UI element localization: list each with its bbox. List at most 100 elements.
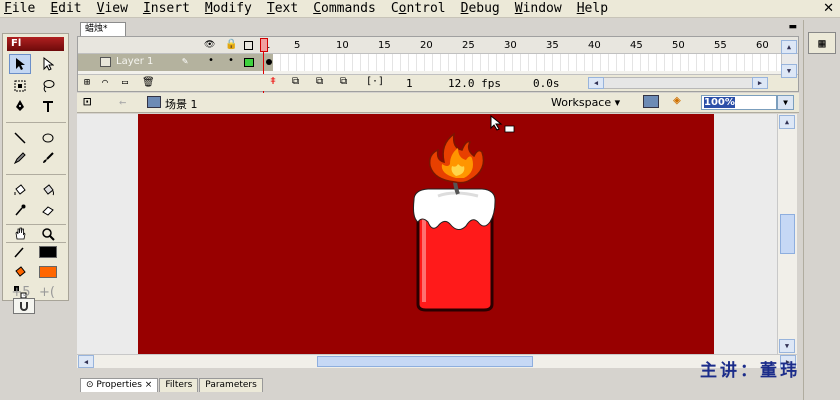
pencil-icon[interactable] — [9, 148, 31, 168]
ink-bottle-icon[interactable] — [9, 180, 31, 200]
panel-dock-icon[interactable]: ▦ — [808, 32, 836, 54]
ruler-frame-number: 60 — [756, 40, 769, 51]
timeline-panel: 👁 🔒 1 5 10 15 20 25 30 35 40 45 50 55 60… — [77, 36, 799, 93]
menu-view[interactable]: View — [97, 1, 128, 16]
ruler-frame-number: 5 — [294, 40, 301, 51]
work-area — [77, 114, 777, 354]
tab-parameters[interactable]: Parameters — [199, 378, 263, 392]
smooth-icon[interactable]: +5 — [10, 282, 32, 302]
visibility-dot[interactable]: • — [208, 55, 214, 66]
subselect-icon[interactable] — [37, 54, 59, 74]
fill-color-swatch[interactable] — [37, 262, 59, 282]
panel-options-icon[interactable]: ▬ — [788, 22, 797, 32]
menu-commands[interactable]: Commands — [313, 1, 376, 16]
lasso-icon[interactable] — [37, 76, 59, 96]
scene-label[interactable]: 场景 1 — [165, 96, 198, 112]
menu-help[interactable]: Help — [577, 1, 608, 16]
menu-bar: File Edit View Insert Modify Text Comman… — [0, 0, 840, 18]
zoom-icon[interactable] — [37, 224, 59, 244]
scroll-left-icon[interactable]: ◀ — [588, 77, 604, 89]
menu-insert[interactable]: Insert — [143, 1, 190, 16]
fill-color-icon[interactable] — [9, 262, 31, 282]
menu-text[interactable]: Text — [267, 1, 298, 16]
scroll-up-icon[interactable]: ▲ — [779, 115, 795, 129]
edit-symbols-icon[interactable]: ◈ — [673, 93, 681, 108]
frame-strip[interactable] — [266, 54, 781, 71]
timeline-ruler: 👁 🔒 1 5 10 15 20 25 30 35 40 45 50 55 60 — [78, 37, 798, 54]
insert-folder-icon[interactable]: ▭ — [122, 77, 128, 88]
center-frame-icon[interactable]: ǂ — [270, 76, 276, 87]
scroll-right-icon[interactable]: ▶ — [752, 77, 768, 89]
layer-name[interactable]: Layer 1 — [116, 56, 153, 67]
ruler-frame-number: 10 — [336, 40, 349, 51]
current-frame: 1 — [406, 77, 413, 90]
zoom-dropdown-icon[interactable]: ▼ — [777, 95, 794, 110]
timeline-toggle-icon[interactable]: ⊡ — [83, 94, 91, 110]
close-icon[interactable]: ✕ — [823, 1, 834, 16]
outline-swatch[interactable] — [244, 58, 254, 67]
straighten-icon[interactable]: +( — [36, 282, 58, 302]
delete-layer-icon[interactable]: 🗑 — [142, 77, 155, 88]
lock-icon[interactable]: 🔒 — [225, 39, 237, 50]
onion-skin-icon[interactable]: ⧉ — [292, 76, 299, 87]
eraser-icon[interactable] — [37, 200, 59, 220]
tab-properties[interactable]: ⊙ Properties × — [80, 378, 159, 392]
ruler-frame-number: 25 — [462, 40, 475, 51]
frame-rate: 12.0 fps — [448, 77, 501, 90]
tab-filters[interactable]: Filters — [159, 378, 199, 392]
edit-scene-icon[interactable] — [643, 95, 659, 108]
eyedropper-icon[interactable] — [9, 200, 31, 220]
arrow-icon[interactable] — [9, 54, 31, 74]
free-transform-icon[interactable] — [9, 76, 31, 96]
lock-dot[interactable]: • — [228, 55, 234, 66]
scroll-left-icon[interactable]: ◀ — [78, 355, 94, 368]
workspace-menu[interactable]: Workspace ▾ — [551, 96, 620, 109]
right-dock: ▦ — [803, 20, 840, 400]
add-guide-icon[interactable]: ⌒ — [102, 77, 108, 88]
vertical-scroll-thumb[interactable] — [780, 214, 795, 254]
eye-icon[interactable]: 👁 — [204, 40, 215, 50]
timeline-down-icon[interactable]: ▼ — [781, 64, 797, 78]
menu-debug[interactable]: Debug — [461, 1, 500, 16]
playhead[interactable] — [260, 37, 268, 93]
pencil-icon: ✎ — [182, 56, 189, 67]
bottom-panel: ⊙ Properties × Filters Parameters 主讲：董玮 — [77, 361, 840, 400]
tools-panel: Fl — [2, 33, 69, 314]
timeline-up-icon[interactable]: ▲ — [781, 40, 797, 54]
document-tab[interactable]: 蜡烛* — [80, 22, 126, 36]
timeline-horizontal-scrollbar[interactable]: ◀ ▶ — [588, 77, 768, 89]
stroke-color-icon[interactable] — [9, 242, 31, 262]
line-icon[interactable] — [9, 128, 31, 148]
stage-vertical-scrollbar[interactable]: ▲ ▼ — [777, 114, 797, 354]
menu-file[interactable]: File — [4, 1, 35, 16]
ruler-frame-number: 30 — [504, 40, 517, 51]
menu-control[interactable]: Control — [391, 1, 446, 16]
layer-row[interactable]: Layer 1 ✎ • • — [78, 54, 273, 71]
presenter-credit: 主讲：董玮 — [700, 361, 800, 381]
stage[interactable] — [138, 114, 714, 354]
hand-icon[interactable] — [9, 224, 31, 244]
stroke-color-swatch[interactable] — [37, 242, 59, 262]
brush-icon[interactable] — [37, 148, 59, 168]
stage-horizontal-scrollbar[interactable]: ◀ ▶ — [77, 354, 797, 368]
add-layer-icon[interactable]: ⊞ — [84, 77, 90, 88]
horizontal-scroll-thumb[interactable] — [317, 356, 533, 367]
onion-outline-icon[interactable]: ⧉ — [316, 76, 323, 87]
pen-icon[interactable] — [9, 96, 31, 116]
menu-edit[interactable]: Edit — [50, 1, 81, 16]
outline-icon[interactable] — [244, 41, 253, 50]
paint-bucket-icon[interactable] — [37, 180, 59, 200]
menu-modify[interactable]: Modify — [205, 1, 252, 16]
document-tab-bar: 蜡烛* ▬ — [77, 20, 799, 36]
candle-artwork[interactable] — [138, 114, 714, 354]
ruler-frame-number: 15 — [378, 40, 391, 51]
edit-multiple-icon[interactable]: ⧉ — [340, 76, 347, 87]
menu-window[interactable]: Window — [515, 1, 562, 16]
modify-markers-icon[interactable]: [·] — [366, 76, 384, 87]
text-icon[interactable] — [37, 96, 59, 116]
oval-icon[interactable] — [37, 128, 59, 148]
back-arrow-icon[interactable]: ← — [119, 95, 126, 109]
zoom-input[interactable]: 100% — [701, 95, 777, 110]
scene-icon — [147, 96, 161, 108]
scroll-down-icon[interactable]: ▼ — [779, 339, 795, 353]
